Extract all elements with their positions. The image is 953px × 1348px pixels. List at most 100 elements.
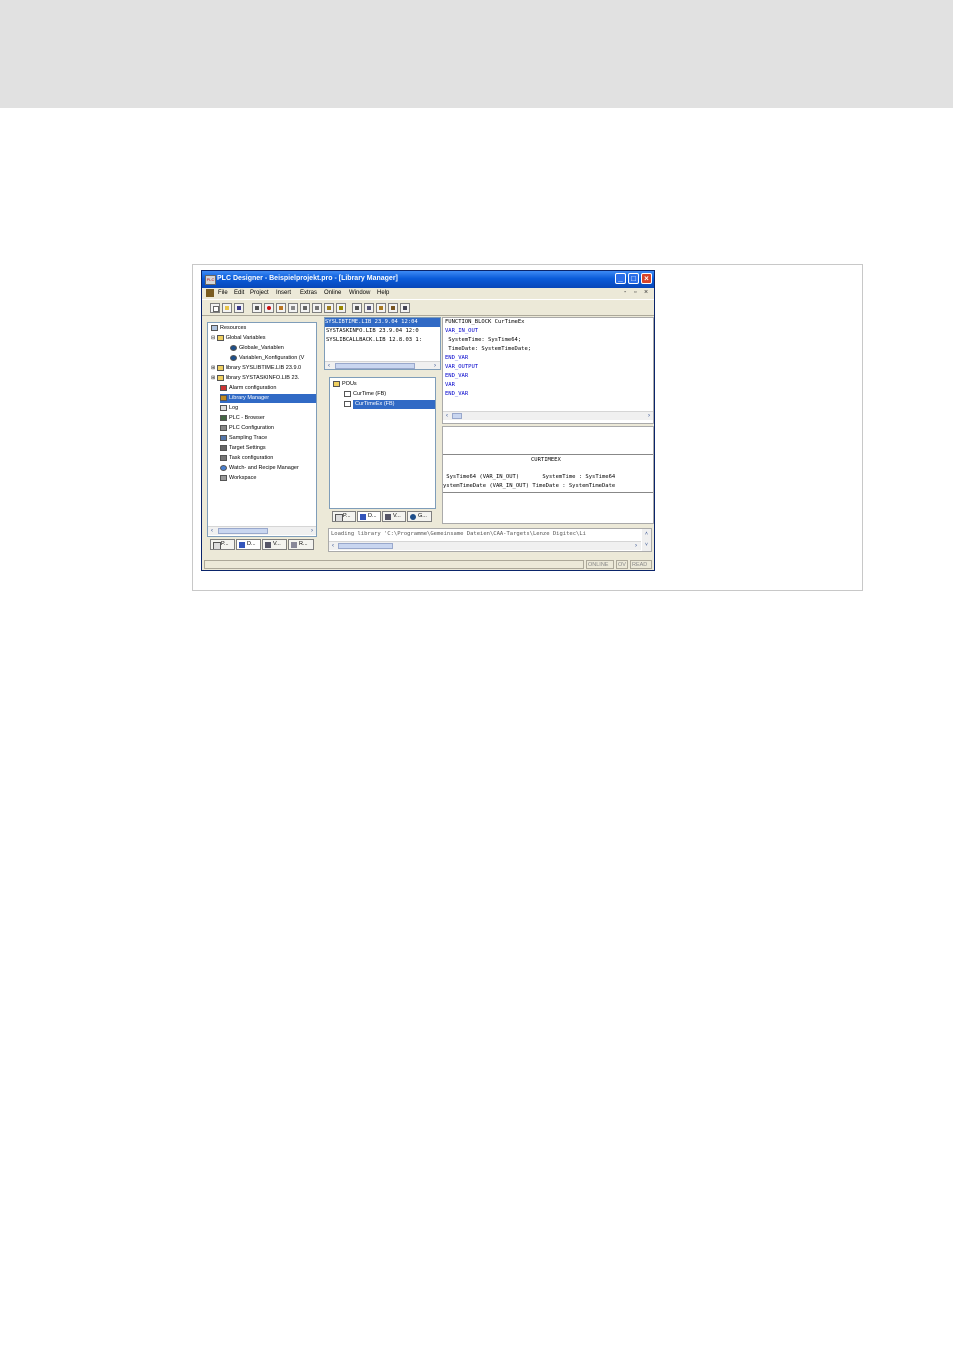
scroll-thumb[interactable] <box>338 543 393 549</box>
graphic-pane[interactable]: CURTIMEEX SysTime64 (VAR_IN_OUT) SystemT… <box>442 426 654 524</box>
object-tree-hscroll[interactable]: ‹ › <box>208 526 316 535</box>
menu-edit[interactable]: Edit <box>234 290 244 296</box>
menu-help[interactable]: Help <box>377 290 389 296</box>
run-icon <box>279 306 283 310</box>
tree-item-globale-variablen[interactable]: Globale_Variablen <box>230 344 284 353</box>
stop-button[interactable] <box>264 303 274 313</box>
tab-data-types[interactable]: D... <box>357 511 381 522</box>
find-next-button[interactable] <box>400 303 410 313</box>
force-values-icon <box>339 306 343 310</box>
scroll-down-icon[interactable]: ˅ <box>642 540 651 551</box>
message-pane[interactable]: Loading library 'C:\Programme\Gemeinsame… <box>328 528 652 552</box>
write-values-button[interactable] <box>324 303 334 313</box>
code-line: END_VAR <box>445 355 469 361</box>
maximize-button[interactable]: □ <box>628 273 639 284</box>
tree-item-plc-configuration[interactable]: PLC Configuration <box>220 424 274 433</box>
tree-item-library-manager[interactable]: Library Manager <box>220 394 316 403</box>
save-button[interactable] <box>234 303 244 313</box>
tree-item-systaskinfo[interactable]: ⊞ library SYSTASKINFO.LIB 23. <box>211 374 299 383</box>
mdi-restore-icon[interactable]: ▫ <box>634 289 636 296</box>
tree-item-sampling-trace[interactable]: Sampling Trace <box>220 434 267 443</box>
tab-resources[interactable]: R... <box>288 539 314 550</box>
status-message <box>204 560 584 569</box>
tree-item-watch-recipe-manager[interactable]: Watch- and Recipe Manager <box>220 464 299 473</box>
tree-item-alarm-configuration[interactable]: Alarm configuration <box>220 384 276 393</box>
breakpoint-button[interactable] <box>288 303 298 313</box>
title-bar[interactable]: PLC PLC Designer - Beispielprojekt.pro -… <box>202 271 654 288</box>
pou-tree-pane: POUs CurTime (FB) CurTimeEx (FB) <box>329 377 436 509</box>
close-button[interactable]: × <box>641 273 652 284</box>
scroll-left-icon[interactable]: ‹ <box>325 362 333 369</box>
scroll-thumb[interactable] <box>335 363 415 369</box>
task-icon <box>220 454 227 461</box>
step-in-button[interactable] <box>312 303 322 313</box>
menu-extras[interactable]: Extras <box>300 290 317 296</box>
declaration-hscroll[interactable]: ‹ › <box>443 411 653 420</box>
scroll-right-icon[interactable]: › <box>632 542 640 550</box>
menu-online[interactable]: Online <box>324 290 341 296</box>
globe-icon <box>230 354 237 361</box>
tree-item-curtime[interactable]: CurTime (FB) <box>344 390 386 399</box>
tab-visualizations[interactable]: V... <box>382 511 406 522</box>
paste-button[interactable] <box>376 303 386 313</box>
menu-project[interactable]: Project <box>250 290 269 296</box>
scroll-up-icon[interactable]: ˄ <box>642 529 651 540</box>
minimize-button[interactable]: _ <box>615 273 626 284</box>
declaration-pane[interactable]: FUNCTION_BLOCK CurTimeEx VAR_IN_OUT Syst… <box>442 317 654 424</box>
scroll-left-icon[interactable]: ‹ <box>443 412 451 420</box>
step-over-button[interactable] <box>300 303 310 313</box>
tree-item-resources[interactable]: Resources <box>211 324 246 333</box>
code-line: VAR_IN_OUT <box>445 328 479 334</box>
message-vscroll[interactable]: ˄ ˅ <box>642 529 651 551</box>
run-button[interactable] <box>276 303 286 313</box>
divider <box>443 454 653 455</box>
menu-window[interactable]: Window <box>349 290 370 296</box>
tree-item-syslibtime[interactable]: ⊞ library SYSLIBTIME.LIB 23.9.0 <box>211 364 301 373</box>
tree-item-task-configuration[interactable]: Task configuration <box>220 454 273 463</box>
message-hscroll[interactable]: ‹ › <box>329 541 641 550</box>
watch-icon <box>220 464 227 471</box>
library-list-hscroll[interactable]: ‹ › <box>325 361 440 369</box>
library-item[interactable]: SYSTASKINFO.LIB 23.9.04 12:0 <box>326 327 419 336</box>
tree-item-workspace[interactable]: Workspace <box>220 474 256 483</box>
find-button[interactable] <box>388 303 398 313</box>
force-values-button[interactable] <box>336 303 346 313</box>
tab-pous[interactable]: P... <box>332 511 356 522</box>
folder-icon <box>216 364 224 371</box>
open-icon <box>225 306 229 310</box>
tree-item-pous[interactable]: POUs <box>333 380 357 389</box>
tree-item-curtimeex[interactable]: CurTimeEx (FB) <box>344 400 435 409</box>
app-icon: PLC <box>205 275 216 285</box>
menu-insert[interactable]: Insert <box>276 290 291 296</box>
scroll-right-icon[interactable]: › <box>308 527 316 535</box>
tab-data-types[interactable]: D... <box>236 539 261 550</box>
open-button[interactable] <box>222 303 232 313</box>
scroll-thumb[interactable] <box>218 528 268 534</box>
tree-item-plc-browser[interactable]: PLC - Browser <box>220 414 265 423</box>
login-button[interactable] <box>252 303 262 313</box>
library-list-pane: SYSLIBTIME.LIB 23.9.04 12:04 SYSTASKINFO… <box>324 317 441 370</box>
menu-file[interactable]: File <box>218 290 228 296</box>
scroll-left-icon[interactable]: ‹ <box>329 542 337 550</box>
scroll-left-icon[interactable]: ‹ <box>208 527 216 535</box>
find-icon <box>391 306 395 310</box>
tab-pous[interactable]: P... <box>210 539 235 550</box>
tree-item-global-variables[interactable]: ⊟ Global Variables <box>211 334 266 343</box>
mdi-minimize-icon[interactable]: - <box>624 289 626 296</box>
library-item[interactable]: SYSLIBTIME.LIB 23.9.04 12:04 <box>325 318 440 327</box>
copy-button[interactable] <box>364 303 374 313</box>
scroll-thumb[interactable] <box>452 413 462 419</box>
tree-item-log[interactable]: Log <box>220 404 238 413</box>
mdi-close-icon[interactable]: × <box>644 289 648 296</box>
tree-item-target-settings[interactable]: Target Settings <box>220 444 266 453</box>
scroll-right-icon[interactable]: › <box>645 412 653 420</box>
tab-global-variables[interactable]: G... <box>407 511 432 522</box>
new-button[interactable] <box>210 303 220 313</box>
close-icon: × <box>644 274 649 283</box>
tab-visualizations[interactable]: V... <box>262 539 287 550</box>
cut-button[interactable] <box>352 303 362 313</box>
library-item[interactable]: SYSLIBCALLBACK.LIB 12.8.03 1: <box>326 336 422 345</box>
tree-item-variablen-konfiguration[interactable]: Variablen_Konfiguration (V <box>230 354 304 363</box>
document-icon[interactable] <box>206 289 214 297</box>
scroll-right-icon[interactable]: › <box>431 362 439 369</box>
